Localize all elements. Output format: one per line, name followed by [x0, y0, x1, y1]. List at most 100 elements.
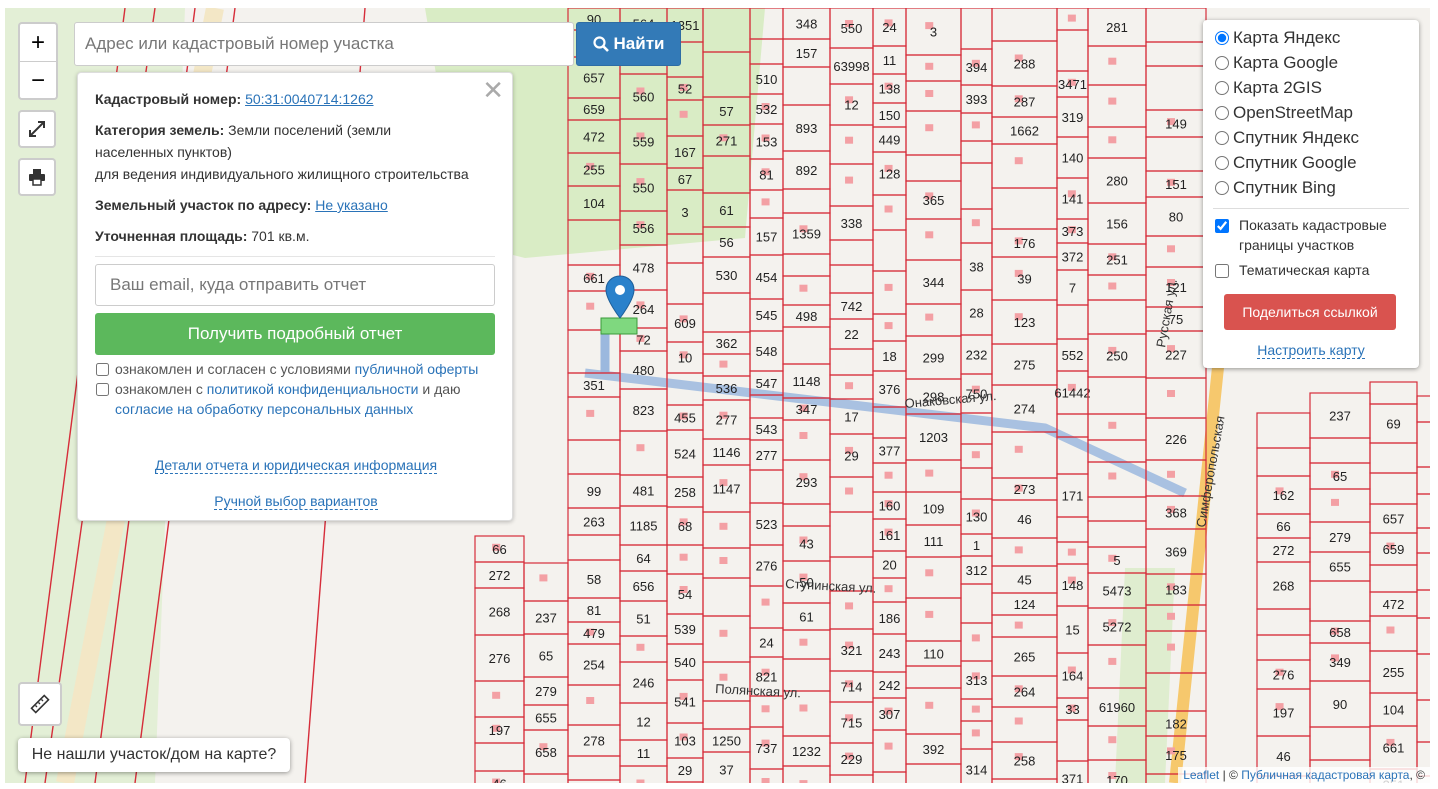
parcel	[474, 742, 525, 772]
privacy-text-a: ознакомлен с	[115, 381, 203, 397]
base-layer-option[interactable]: Карта Google	[1215, 53, 1338, 73]
building	[845, 602, 854, 610]
search-button[interactable]: Найти	[576, 22, 681, 66]
report-details-link[interactable]: Детали отчета и юридическая информация	[78, 457, 514, 474]
base-layer-radio[interactable]	[1215, 31, 1229, 45]
parcel-number: 540	[674, 655, 696, 670]
print-button[interactable]	[18, 158, 56, 196]
building	[586, 697, 595, 704]
zoom-in-button[interactable]: +	[20, 24, 56, 62]
land-category-value-line2: населенных пунктов)	[95, 144, 232, 160]
parcel-number: 17	[844, 410, 858, 425]
parcel	[960, 467, 993, 500]
manual-selection-link[interactable]: Ручной выбор вариантов	[78, 493, 514, 510]
not-found-button[interactable]: Не нашли участок/дом на карте?	[18, 738, 290, 772]
measure-button[interactable]	[18, 682, 62, 726]
parcel-number: 548	[756, 344, 778, 359]
close-icon[interactable]: ✕	[482, 75, 504, 106]
building	[586, 409, 595, 417]
share-link-button[interactable]: Поделиться ссылкой	[1224, 294, 1396, 330]
parcel	[991, 706, 1058, 743]
address-link[interactable]: Не указано	[315, 197, 388, 213]
parcel-number: 124	[1014, 597, 1036, 612]
parcel	[749, 585, 784, 629]
configure-map-link[interactable]: Настроить карту	[1203, 342, 1419, 359]
parcel-number: 157	[756, 230, 778, 245]
building	[761, 598, 770, 606]
parcel-number: 344	[923, 275, 945, 290]
base-layer-radio[interactable]	[1215, 131, 1229, 145]
base-layer-option[interactable]: Спутник Яндекс	[1215, 128, 1359, 148]
parcel-number: 237	[1329, 409, 1351, 424]
thematic-map-option[interactable]: Тематическая карта	[1215, 260, 1369, 280]
parcel-number: 61442	[1054, 386, 1090, 401]
parcel-number: 276	[756, 559, 778, 574]
parcel	[1256, 608, 1311, 636]
thematic-map-checkbox[interactable]	[1215, 264, 1229, 278]
parcel-number: 81	[759, 168, 773, 183]
parcel-number: 61	[799, 610, 813, 625]
base-layer-option[interactable]: Карта Яндекс	[1215, 28, 1340, 48]
offer-checkbox[interactable]	[96, 363, 109, 376]
building	[1167, 245, 1175, 253]
building	[636, 779, 645, 783]
parcel-number: 156	[1106, 217, 1128, 232]
cadastral-borders-option[interactable]: Показать кадастровые границы участков	[1215, 215, 1387, 255]
parcel-number: 43	[799, 537, 813, 552]
search-input[interactable]	[74, 22, 574, 66]
parcel-number: 510	[756, 72, 778, 87]
parcel-number: 279	[535, 684, 557, 699]
base-layer-option[interactable]: Карта 2GIS	[1215, 78, 1322, 98]
parcel-number: 307	[879, 707, 901, 722]
cadastral-borders-checkbox[interactable]	[1215, 219, 1229, 233]
building	[1386, 626, 1395, 634]
parcel	[1056, 516, 1089, 543]
privacy-policy-link[interactable]: политикой конфиденциальности	[207, 381, 419, 397]
building	[1014, 445, 1023, 453]
parcel	[1369, 442, 1418, 474]
parcel-number: 655	[1329, 560, 1351, 575]
privacy-checkbox[interactable]	[96, 383, 109, 396]
building	[1108, 736, 1117, 744]
parcel-number: 46	[492, 777, 506, 784]
base-layer-radio[interactable]	[1215, 81, 1229, 95]
base-layer-radio[interactable]	[1215, 156, 1229, 170]
parcel-number: 52	[678, 82, 692, 97]
fullscreen-button[interactable]	[18, 110, 56, 148]
base-layer-option[interactable]: Спутник Google	[1215, 153, 1357, 173]
email-field[interactable]	[95, 264, 495, 306]
offer-link[interactable]: публичной оферты	[355, 361, 479, 377]
leaflet-link[interactable]: Leaflet	[1183, 768, 1219, 782]
parcel	[991, 778, 1058, 783]
parcel	[991, 187, 1058, 230]
pkk-link[interactable]: Публичная кадастровая карта	[1241, 768, 1409, 782]
building	[884, 585, 893, 593]
parcel-number: 365	[923, 193, 945, 208]
base-layer-radio[interactable]	[1215, 106, 1229, 120]
zoom-out-button[interactable]: −	[20, 62, 56, 99]
base-layer-option[interactable]: Спутник Bing	[1215, 178, 1336, 198]
cadastral-number-link[interactable]: 50:31:0040714:1262	[245, 91, 373, 107]
land-use-value: для ведения индивидуального жилищного ст…	[95, 166, 469, 182]
get-report-button[interactable]: Получить подробный отчет	[95, 313, 495, 355]
parcel-number: 12	[636, 715, 650, 730]
personal-data-link[interactable]: согласие на обработку персональных данны…	[115, 401, 413, 417]
building	[1108, 657, 1117, 665]
base-layer-label: Спутник Google	[1233, 153, 1357, 172]
parcel-number: 1232	[792, 744, 821, 759]
building	[925, 469, 934, 477]
base-layer-radio[interactable]	[1215, 181, 1229, 195]
parcel-number: 65	[1333, 469, 1347, 484]
parcel	[782, 66, 831, 106]
parcel	[702, 292, 751, 333]
thematic-map-label: Тематическая карта	[1239, 262, 1370, 278]
base-layer-option[interactable]: OpenStreetMap	[1215, 103, 1353, 123]
parcel-number: 264	[1014, 685, 1036, 700]
parcel-number: 737	[756, 741, 778, 756]
parcel-number: 186	[879, 611, 901, 626]
parcel-number: 22	[844, 327, 858, 342]
parcel-number: 151	[1165, 177, 1187, 192]
parcel	[1416, 527, 1430, 554]
parcel-number: 559	[633, 135, 655, 150]
base-layer-radio[interactable]	[1215, 56, 1229, 70]
